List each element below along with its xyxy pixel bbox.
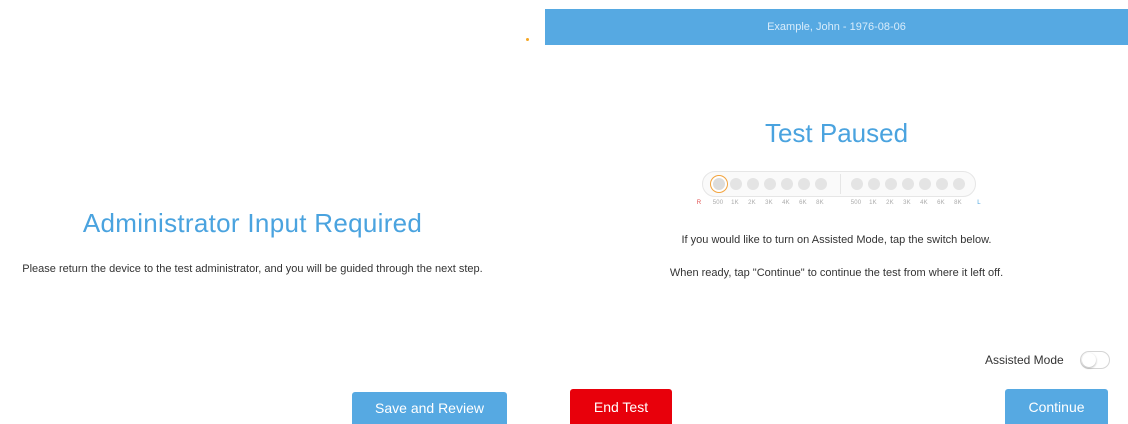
freq-label: 8K [954,200,962,206]
switch-knob [1082,353,1096,367]
test-progress-indicator [702,171,976,197]
progress-dot-r-2k [747,178,759,190]
right-ear-label: R [696,200,702,206]
progress-dot-r-4k [781,178,793,190]
progress-dot-r-1k [730,178,742,190]
assisted-mode-switch[interactable] [1080,351,1110,369]
progress-dot-l-500 [851,178,863,190]
progress-dot-l-8k [953,178,965,190]
assisted-mode-instructions: If you would like to turn on Assisted Mo… [681,234,992,246]
indicator-dot [526,38,529,41]
end-test-button[interactable]: End Test [570,389,672,424]
save-and-review-button[interactable]: Save and Review [352,392,507,424]
progress-dot-r-500 [713,178,725,190]
progress-dot-r-3k [764,178,776,190]
left-ear-label: L [977,200,981,206]
assisted-mode-label: Assisted Mode [985,353,1064,367]
progress-dot-l-6k [936,178,948,190]
ear-divider [840,174,841,194]
progress-dot-r-8k [815,178,827,190]
test-paused-title: Test Paused [764,118,909,148]
progress-dot-l-1k [868,178,880,190]
progress-dot-l-2k [885,178,897,190]
continue-instructions: When ready, tap "Continue" to continue t… [669,267,1004,279]
admin-message: Please return the device to the test adm… [22,263,483,275]
continue-button[interactable]: Continue [1005,389,1108,424]
patient-header: Example, John - 1976-08-06 [545,9,1128,45]
freq-label: 8K [816,200,824,206]
progress-dot-r-6k [798,178,810,190]
admin-title: Administrator Input Required [82,208,423,238]
progress-dot-l-3k [902,178,914,190]
progress-dot-l-4k [919,178,931,190]
